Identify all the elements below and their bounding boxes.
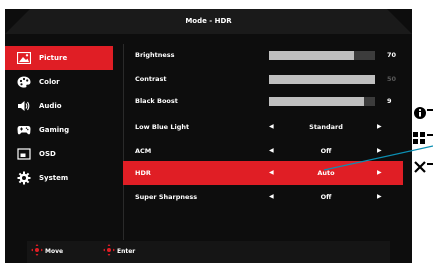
contrast-value: 50 bbox=[387, 75, 397, 83]
left-arrow-icon[interactable]: ◀ bbox=[269, 161, 274, 185]
sidebar-item-label: Color bbox=[39, 78, 60, 86]
dash-mark bbox=[427, 109, 433, 111]
footer-enter: Enter bbox=[103, 244, 135, 258]
left-arrow-icon[interactable]: ◀ bbox=[269, 185, 274, 209]
brightness-slider[interactable] bbox=[269, 51, 375, 60]
right-arrow-icon[interactable]: ▶ bbox=[377, 139, 382, 163]
acm-value: Off bbox=[320, 147, 332, 155]
palette-icon bbox=[13, 76, 35, 88]
sidebar-item-gaming[interactable]: Gaming bbox=[5, 118, 113, 142]
osd-panel: Mode - HDR Picture Color Audio Gaming OS… bbox=[5, 9, 412, 263]
sidebar-item-label: Picture bbox=[39, 54, 68, 62]
super-sharpness-label: Super Sharpness bbox=[135, 193, 198, 201]
super-sharpness-value: Off bbox=[320, 193, 332, 201]
contrast-label: Contrast bbox=[135, 75, 167, 83]
gamepad-icon bbox=[13, 124, 35, 136]
footer-bar: Move Enter bbox=[5, 241, 412, 263]
picture-icon bbox=[13, 52, 35, 64]
navigation-dpad-icon bbox=[31, 244, 43, 258]
hdr-value: Auto bbox=[317, 169, 335, 177]
acm-row[interactable]: ACM ◀ Off ▶ bbox=[123, 139, 403, 163]
dash-mark bbox=[427, 134, 433, 136]
black-boost-label: Black Boost bbox=[135, 97, 178, 105]
hdr-row[interactable]: HDR ◀ Auto ▶ bbox=[123, 161, 403, 185]
brightness-row[interactable]: Brightness 70 bbox=[123, 43, 403, 67]
low-blue-light-row[interactable]: Low Blue Light ◀ Standard ▶ bbox=[123, 115, 403, 139]
black-boost-slider[interactable] bbox=[269, 97, 375, 106]
super-sharpness-row[interactable]: Super Sharpness ◀ Off ▶ bbox=[123, 185, 403, 209]
page-title: Mode - HDR bbox=[185, 17, 232, 25]
contrast-row[interactable]: Contrast 50 bbox=[123, 67, 403, 91]
brightness-label: Brightness bbox=[135, 51, 175, 59]
enter-dpad-icon bbox=[103, 244, 115, 258]
footer-move: Move bbox=[31, 244, 63, 258]
mode-grid-icon[interactable] bbox=[413, 129, 425, 144]
sidebar-item-label: Audio bbox=[39, 102, 62, 110]
sidebar: Picture Color Audio Gaming OSD System bbox=[5, 46, 113, 190]
right-arrow-icon[interactable]: ▶ bbox=[377, 161, 382, 185]
title-bar: Mode - HDR bbox=[5, 9, 412, 34]
gear-icon bbox=[13, 171, 35, 185]
sidebar-item-picture[interactable]: Picture bbox=[5, 46, 113, 70]
sidebar-item-color[interactable]: Color bbox=[5, 70, 113, 94]
low-blue-light-label: Low Blue Light bbox=[135, 123, 190, 131]
footer-enter-label: Enter bbox=[117, 247, 136, 255]
black-boost-slider-fill bbox=[269, 97, 365, 106]
dash-mark bbox=[427, 163, 433, 165]
sidebar-item-label: System bbox=[39, 174, 69, 182]
left-arrow-icon[interactable]: ◀ bbox=[269, 139, 274, 163]
osd-icon bbox=[13, 148, 35, 160]
close-icon[interactable] bbox=[414, 158, 426, 173]
contrast-slider[interactable] bbox=[269, 75, 375, 84]
black-boost-value: 9 bbox=[387, 97, 392, 105]
sidebar-item-audio[interactable]: Audio bbox=[5, 94, 113, 118]
left-arrow-icon[interactable]: ◀ bbox=[269, 115, 274, 139]
right-arrow-icon[interactable]: ▶ bbox=[377, 185, 382, 209]
black-boost-row[interactable]: Black Boost 9 bbox=[123, 89, 403, 113]
sidebar-item-label: OSD bbox=[39, 150, 56, 158]
sidebar-item-system[interactable]: System bbox=[5, 166, 113, 190]
info-icon[interactable] bbox=[414, 104, 426, 119]
hdr-label: HDR bbox=[135, 169, 151, 177]
contrast-slider-fill bbox=[269, 75, 375, 84]
sidebar-item-label: Gaming bbox=[39, 126, 70, 134]
brightness-value: 70 bbox=[387, 51, 397, 59]
right-arrow-icon[interactable]: ▶ bbox=[377, 115, 382, 139]
acm-label: ACM bbox=[135, 147, 152, 155]
sidebar-item-osd[interactable]: OSD bbox=[5, 142, 113, 166]
low-blue-light-value: Standard bbox=[309, 123, 343, 131]
footer-move-label: Move bbox=[45, 247, 64, 255]
brightness-slider-fill bbox=[269, 51, 354, 60]
speaker-icon bbox=[13, 100, 35, 112]
